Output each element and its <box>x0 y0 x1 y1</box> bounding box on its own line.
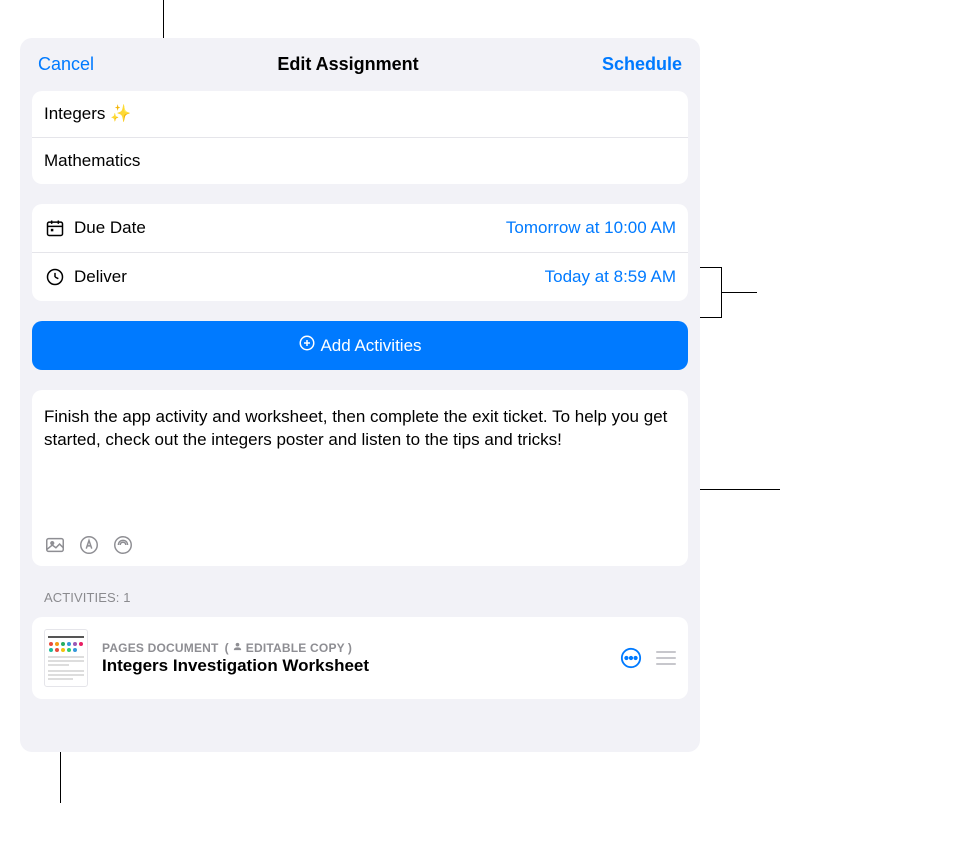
callout-line-dates <box>700 317 722 318</box>
more-icon[interactable] <box>620 647 642 669</box>
plus-circle-icon <box>298 334 316 357</box>
modal-title: Edit Assignment <box>277 54 418 75</box>
activity-meta: PAGES DOCUMENT ( EDITABLE COPY ) <box>102 641 606 655</box>
schedule-button[interactable]: Schedule <box>602 54 682 75</box>
edit-assignment-modal: Cancel Edit Assignment Schedule <box>20 38 700 752</box>
callout-line-dates <box>722 292 757 293</box>
due-date-row[interactable]: Due Date Tomorrow at 10:00 AM <box>32 204 688 253</box>
activity-thumbnail <box>44 629 88 687</box>
title-row[interactable] <box>32 91 688 138</box>
title-section <box>32 91 688 184</box>
deliver-row[interactable]: Deliver Today at 8:59 AM <box>32 253 688 301</box>
clock-icon <box>44 266 66 288</box>
assignment-title-input[interactable] <box>44 104 676 124</box>
due-date-label: Due Date <box>74 218 146 238</box>
activity-actions <box>620 647 676 669</box>
deliver-value[interactable]: Today at 8:59 AM <box>545 267 676 287</box>
instructions-section: Finish the app activity and worksheet, t… <box>32 390 688 566</box>
callout-line-dates <box>700 267 722 268</box>
editable-copy-badge: ( EDITABLE COPY ) <box>225 641 352 655</box>
cancel-button[interactable]: Cancel <box>38 54 94 75</box>
add-activities-label: Add Activities <box>320 336 421 356</box>
subject-row[interactable] <box>32 138 688 184</box>
activity-type-label: PAGES DOCUMENT <box>102 641 219 655</box>
due-date-value[interactable]: Tomorrow at 10:00 AM <box>506 218 676 238</box>
markup-icon[interactable] <box>78 534 100 556</box>
calendar-icon <box>44 217 66 239</box>
person-icon <box>232 641 243 655</box>
add-activities-button[interactable]: Add Activities <box>32 321 688 370</box>
photo-icon[interactable] <box>44 534 66 556</box>
activity-title: Integers Investigation Worksheet <box>102 656 606 676</box>
attachment-toolbar <box>44 534 676 556</box>
activity-info: PAGES DOCUMENT ( EDITABLE COPY ) Integer… <box>102 641 606 676</box>
editable-copy-label: EDITABLE COPY <box>246 641 345 655</box>
activities-header: ACTIVITIES: 1 <box>44 590 676 605</box>
reorder-icon[interactable] <box>656 651 676 665</box>
audio-icon[interactable] <box>112 534 134 556</box>
instructions-textarea[interactable]: Finish the app activity and worksheet, t… <box>44 406 676 516</box>
deliver-label: Deliver <box>74 267 127 287</box>
dates-section: Due Date Tomorrow at 10:00 AM Deliver To… <box>32 204 688 301</box>
assignment-subject-input[interactable] <box>44 151 676 171</box>
activity-card[interactable]: PAGES DOCUMENT ( EDITABLE COPY ) Integer… <box>32 617 688 699</box>
modal-header: Cancel Edit Assignment Schedule <box>20 38 700 91</box>
